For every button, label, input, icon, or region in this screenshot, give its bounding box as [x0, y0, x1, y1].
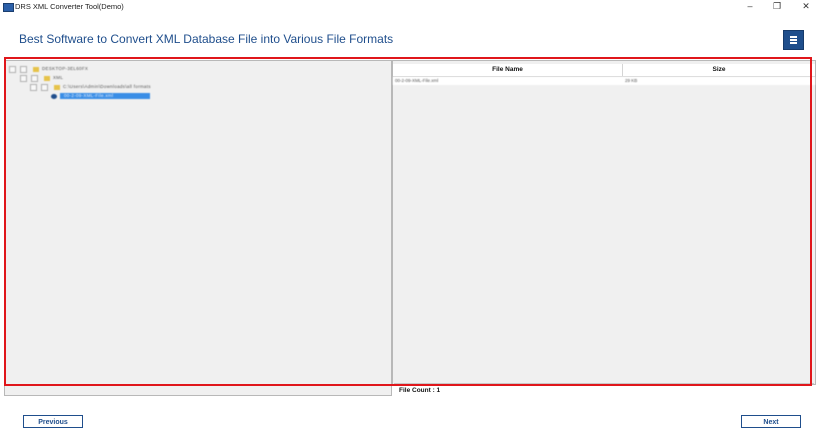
table-row[interactable]: 00-2-09-XML-File.xml 29 KB [393, 77, 815, 85]
file-list-pane[interactable]: File Name Size 00-2-09-XML-File.xml 29 K… [392, 60, 816, 385]
close-button[interactable]: ✕ [796, 1, 816, 12]
expand-icon[interactable] [9, 66, 16, 73]
header: Best Software to Convert XML Database Fi… [0, 15, 820, 59]
folder-tree-pane[interactable]: DESKTOP-3EL60FX XML C:\Users\Admin\Downl… [4, 60, 392, 396]
tree-node-computer[interactable]: DESKTOP-3EL60FX [9, 66, 149, 73]
column-size[interactable]: Size [623, 66, 815, 73]
previous-button[interactable]: Previous [23, 415, 83, 428]
file-list-header: File Name Size [393, 64, 815, 77]
window-title: DRS XML Converter Tool(Demo) [15, 2, 124, 11]
app-icon [3, 3, 14, 12]
expand-icon[interactable] [20, 75, 27, 82]
menu-button[interactable] [783, 30, 804, 50]
file-size-cell: 29 KB [625, 78, 638, 83]
file-icon [51, 94, 57, 99]
file-count-label: File Count : 1 [399, 387, 441, 394]
file-name-cell: 00-2-09-XML-File.xml [395, 78, 439, 83]
next-button[interactable]: Next [741, 415, 801, 428]
column-file-name[interactable]: File Name [393, 66, 622, 73]
title-bar: DRS XML Converter Tool(Demo) – ❐ ✕ [0, 0, 820, 15]
page-title: Best Software to Convert XML Database Fi… [19, 32, 394, 46]
checkbox[interactable] [41, 84, 48, 91]
tree-node-selected-file[interactable]: 00-2-09-XML-File.xml [51, 93, 161, 99]
restore-button[interactable]: ❐ [767, 1, 787, 12]
expand-icon[interactable] [30, 84, 37, 91]
folder-icon [44, 76, 50, 81]
folder-icon [33, 67, 39, 72]
tree-node-xml[interactable]: XML [20, 75, 100, 82]
divider [394, 383, 814, 384]
tree-node-folder-path[interactable]: C:\Users\Admin\Downloads\all formats [30, 84, 210, 91]
checkbox[interactable] [20, 66, 27, 73]
minimize-button[interactable]: – [740, 1, 760, 11]
folder-icon [54, 85, 60, 90]
checkbox[interactable] [31, 75, 38, 82]
